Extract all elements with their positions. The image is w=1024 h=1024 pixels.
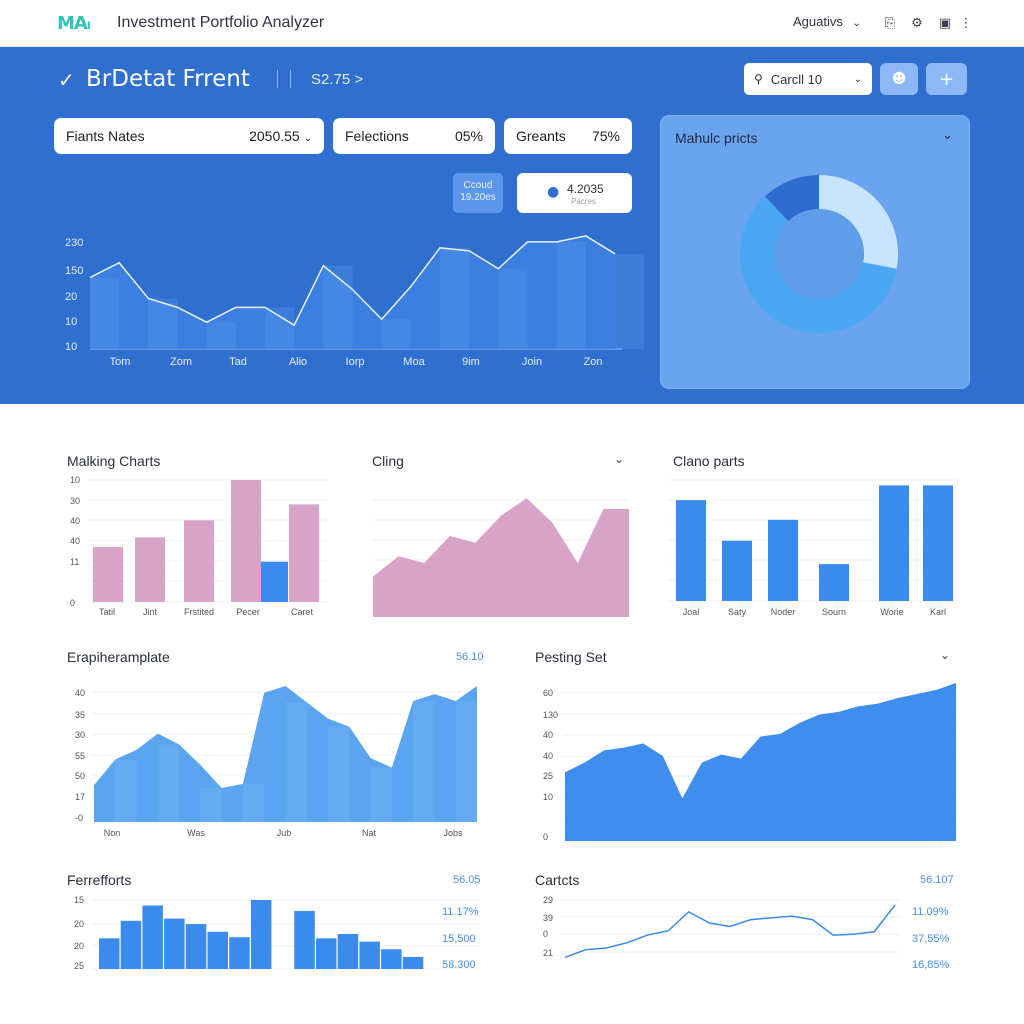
area-stripe xyxy=(455,700,477,822)
x-tick-label: Saty xyxy=(728,607,747,617)
bar xyxy=(93,547,123,602)
bar xyxy=(99,938,120,969)
bar xyxy=(337,933,359,969)
y-tick-label: 0 xyxy=(543,832,548,842)
area-fill xyxy=(565,683,956,841)
bar-highlight xyxy=(261,561,288,602)
y-tick-label: 29 xyxy=(543,895,553,905)
x-tick-label: Pecer xyxy=(236,607,260,617)
y-tick-label: 55 xyxy=(75,751,85,761)
area-stripe xyxy=(370,767,392,822)
y-tick-label: 40 xyxy=(70,536,80,546)
area-stripe xyxy=(200,788,222,822)
bar xyxy=(381,949,402,969)
y-tick-label: 40 xyxy=(75,688,85,698)
y-tick-label: 0 xyxy=(543,929,548,939)
lower-charts: 10 30 40 40 11 0 Tatil Jint Frstited Pecer Caret Jo… xyxy=(70,475,958,971)
bar xyxy=(316,938,337,969)
y-tick-label: 20 xyxy=(74,919,84,929)
y-tick-label: 20 xyxy=(74,941,84,951)
x-tick-label: Was xyxy=(187,828,205,838)
y-tick-label: 30 xyxy=(75,730,85,740)
bar xyxy=(359,941,380,969)
y-tick-label: 25 xyxy=(543,771,553,781)
area-stripe xyxy=(115,759,137,822)
y-tick-label: 10 xyxy=(543,792,553,802)
bar xyxy=(185,924,207,969)
x-tick-label: Caret xyxy=(291,607,314,617)
area-fill xyxy=(373,498,629,617)
y-tick-label: 40 xyxy=(543,730,553,740)
area-stripe xyxy=(285,702,307,822)
area-stripe xyxy=(157,744,180,822)
x-tick-label: Joal xyxy=(683,607,700,617)
x-tick-label: Worie xyxy=(880,607,903,617)
y-tick-label: 21 xyxy=(543,948,553,958)
bar xyxy=(676,500,706,601)
bar xyxy=(142,905,163,969)
x-tick-label: Sourn xyxy=(822,607,846,617)
bar xyxy=(229,937,250,969)
x-tick-label: Nat xyxy=(362,828,377,838)
bar xyxy=(120,920,142,969)
y-tick-label: 30 xyxy=(70,496,80,506)
x-tick-label: Jub xyxy=(277,828,292,838)
x-tick-label: Karl xyxy=(930,607,946,617)
y-tick-label: 11 xyxy=(70,557,79,567)
y-tick-label: 17 xyxy=(75,792,85,802)
y-tick-label: 130 xyxy=(543,710,558,720)
area-stripe xyxy=(413,700,435,822)
bar xyxy=(294,910,315,969)
bar xyxy=(722,540,752,601)
bar xyxy=(231,480,261,602)
y-tick-label: -0 xyxy=(75,813,83,823)
x-tick-label: Jint xyxy=(143,607,158,617)
bar xyxy=(207,931,228,969)
y-tick-label: 10 xyxy=(70,475,80,485)
y-tick-label: 39 xyxy=(543,913,553,923)
x-tick-label: Jobs xyxy=(443,828,463,838)
x-tick-label: Frstited xyxy=(184,607,214,617)
area-stripe xyxy=(328,726,350,822)
bar xyxy=(879,485,909,601)
y-tick-label: 40 xyxy=(543,751,553,761)
bar xyxy=(184,520,214,602)
series-line xyxy=(564,904,896,959)
bar xyxy=(819,564,849,601)
x-tick-label: Noder xyxy=(771,607,796,617)
bar xyxy=(402,956,424,969)
y-tick-label: 50 xyxy=(75,771,85,781)
y-tick-label: 60 xyxy=(543,688,553,698)
x-tick-label: Non xyxy=(104,828,121,838)
y-tick-label: 25 xyxy=(74,961,84,971)
y-tick-label: 0 xyxy=(70,598,75,608)
bar xyxy=(923,485,953,601)
x-tick-label: Tatil xyxy=(99,607,115,617)
y-tick-label: 35 xyxy=(75,710,85,720)
bar xyxy=(289,504,319,602)
bar xyxy=(768,519,798,601)
y-tick-label: 15 xyxy=(74,895,84,905)
bar xyxy=(250,900,272,969)
bar xyxy=(135,537,165,602)
y-tick-label: 40 xyxy=(70,516,80,526)
area-stripe xyxy=(242,783,265,822)
bar xyxy=(164,918,185,969)
